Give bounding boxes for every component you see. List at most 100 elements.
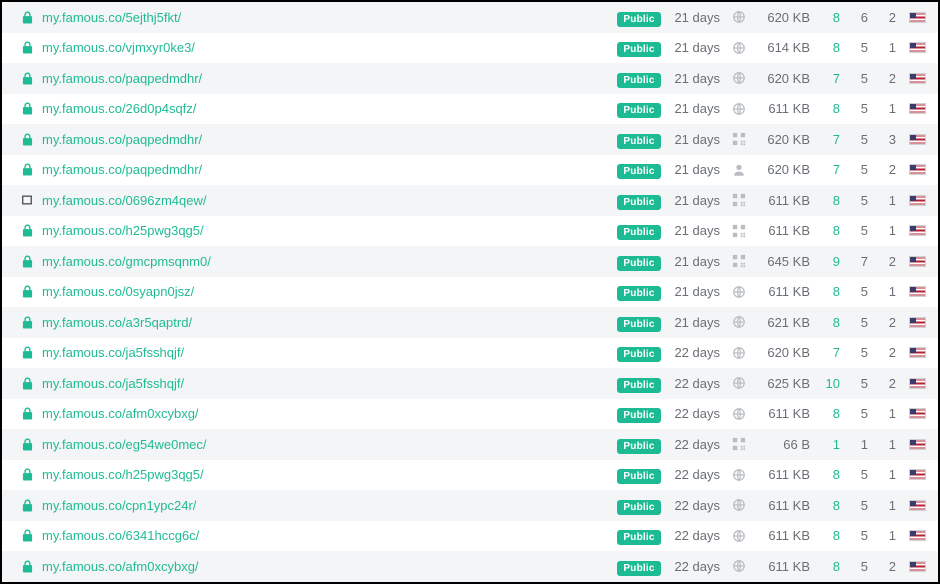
age-cell: 21 days	[666, 101, 724, 116]
size-cell: 620 KB	[754, 345, 812, 360]
count2-cell: 5	[840, 528, 868, 543]
url-link[interactable]: my.famous.co/h25pwg3qg5/	[42, 223, 612, 238]
flag-cell	[896, 500, 926, 511]
count1-cell: 8	[812, 223, 840, 238]
lock-cell	[16, 133, 38, 146]
count2-cell: 5	[840, 498, 868, 513]
qr-icon	[732, 224, 746, 238]
table-row[interactable]: my.famous.co/5ejthj5fkt/Public21 days620…	[2, 2, 938, 33]
globe-icon	[732, 41, 746, 55]
lock-icon	[22, 133, 33, 146]
globe-icon	[732, 559, 746, 573]
table-row[interactable]: my.famous.co/afm0xcybxg/Public22 days611…	[2, 399, 938, 430]
lock-icon	[22, 316, 33, 329]
url-link[interactable]: my.famous.co/vjmxyr0ke3/	[42, 40, 612, 55]
age-cell: 22 days	[666, 437, 724, 452]
table-row[interactable]: my.famous.co/0syapn0jsz/Public21 days611…	[2, 277, 938, 308]
type-cell	[724, 132, 754, 146]
table-row[interactable]: my.famous.co/paqpedmdhr/Public21 days620…	[2, 155, 938, 186]
url-cell: my.famous.co/0syapn0jsz/	[38, 284, 612, 299]
count2-cell: 5	[840, 284, 868, 299]
table-row[interactable]: my.famous.co/6341hccg6c/Public22 days611…	[2, 521, 938, 552]
globe-icon	[732, 10, 746, 24]
globe-icon	[732, 346, 746, 360]
table-row[interactable]: my.famous.co/eg54we0mec/Public22 days66 …	[2, 429, 938, 460]
url-cell: my.famous.co/a3r5qaptrd/	[38, 315, 612, 330]
flag-cell	[896, 12, 926, 23]
url-cell: my.famous.co/cpn1ypc24r/	[38, 498, 612, 513]
table-row[interactable]: my.famous.co/0696zm4qew/Public21 days611…	[2, 185, 938, 216]
lock-icon	[22, 346, 33, 359]
url-cell: my.famous.co/5ejthj5fkt/	[38, 10, 612, 25]
age-cell: 22 days	[666, 559, 724, 574]
type-cell	[724, 559, 754, 573]
url-cell: my.famous.co/afm0xcybxg/	[38, 406, 612, 421]
age-cell: 21 days	[666, 71, 724, 86]
url-link[interactable]: my.famous.co/26d0p4sqfz/	[42, 101, 612, 116]
count1-cell: 8	[812, 406, 840, 421]
count2-cell: 5	[840, 193, 868, 208]
count3-cell: 1	[868, 223, 896, 238]
table-row[interactable]: my.famous.co/h25pwg3qg5/Public21 days611…	[2, 216, 938, 247]
visibility-cell: Public	[612, 376, 666, 391]
lock-cell	[16, 377, 38, 390]
url-link[interactable]: my.famous.co/ja5fsshqjf/	[42, 345, 612, 360]
age-cell: 21 days	[666, 162, 724, 177]
type-cell	[724, 498, 754, 512]
url-link[interactable]: my.famous.co/paqpedmdhr/	[42, 162, 612, 177]
table-row[interactable]: my.famous.co/ja5fsshqjf/Public22 days625…	[2, 368, 938, 399]
table-row[interactable]: my.famous.co/26d0p4sqfz/Public21 days611…	[2, 94, 938, 125]
public-badge: Public	[617, 12, 660, 27]
table-row[interactable]: my.famous.co/ja5fsshqjf/Public 22 days 620…	[2, 338, 938, 369]
type-cell	[724, 10, 754, 24]
age-cell: 21 days	[666, 223, 724, 238]
table-row[interactable]: my.famous.co/paqpedmdhr/Public21 days620…	[2, 63, 938, 94]
count3-cell: 2	[868, 315, 896, 330]
flag-cell	[896, 195, 926, 206]
table-row[interactable]: my.famous.co/paqpedmdhr/Public21 days620…	[2, 124, 938, 155]
count1-cell: 7	[812, 345, 840, 360]
url-link[interactable]: my.famous.co/5ejthj5fkt/	[42, 10, 612, 25]
url-link[interactable]: my.famous.co/0696zm4qew/	[42, 193, 612, 208]
url-link[interactable]: my.famous.co/a3r5qaptrd/	[42, 315, 612, 330]
lock-cell	[16, 407, 38, 420]
blank-box-icon	[21, 194, 33, 206]
lock-cell	[16, 438, 38, 451]
flag-cell	[896, 103, 926, 114]
url-link[interactable]: my.famous.co/afm0xcybxg/	[42, 559, 612, 574]
url-link[interactable]: my.famous.co/paqpedmdhr/	[42, 132, 612, 147]
url-link[interactable]: my.famous.co/h25pwg3qg5/	[42, 467, 612, 482]
public-badge: Public	[617, 469, 660, 484]
visibility-cell: Public	[612, 406, 666, 421]
url-link[interactable]: my.famous.co/6341hccg6c/	[42, 528, 612, 543]
globe-icon	[732, 315, 746, 329]
lock-icon	[22, 468, 33, 481]
us-flag-icon	[909, 12, 926, 23]
size-cell: 620 KB	[754, 162, 812, 177]
url-link[interactable]: my.famous.co/eg54we0mec/	[42, 437, 612, 452]
count2-cell: 6	[840, 10, 868, 25]
url-link[interactable]: my.famous.co/paqpedmdhr/	[42, 71, 612, 86]
age-cell: 22 days	[666, 345, 724, 360]
url-link[interactable]: my.famous.co/cpn1ypc24r/	[42, 498, 612, 513]
url-cell: my.famous.co/0696zm4qew/	[38, 193, 612, 208]
table-row[interactable]: my.famous.co/afm0xcybxg/Public22 days611…	[2, 551, 938, 582]
type-cell	[724, 315, 754, 329]
url-link[interactable]: my.famous.co/ja5fsshqjf/	[42, 376, 612, 391]
flag-cell	[896, 286, 926, 297]
size-cell: 620 KB	[754, 10, 812, 25]
us-flag-icon	[909, 256, 926, 267]
public-badge: Public	[617, 134, 660, 149]
table-row[interactable]: my.famous.co/cpn1ypc24r/Public22 days611…	[2, 490, 938, 521]
flag-cell	[896, 439, 926, 450]
visibility-cell: Public	[612, 498, 666, 513]
url-link[interactable]: my.famous.co/0syapn0jsz/	[42, 284, 612, 299]
url-link[interactable]: my.famous.co/gmcpmsqnm0/	[42, 254, 612, 269]
table-row[interactable]: my.famous.co/a3r5qaptrd/Public21 days621…	[2, 307, 938, 338]
url-link[interactable]: my.famous.co/afm0xcybxg/	[42, 406, 612, 421]
table-row[interactable]: my.famous.co/h25pwg3qg5/Public22 days611…	[2, 460, 938, 491]
count2-cell: 5	[840, 132, 868, 147]
table-row[interactable]: my.famous.co/gmcpmsqnm0/Public21 days645…	[2, 246, 938, 277]
public-badge: Public	[617, 347, 660, 362]
table-row[interactable]: my.famous.co/vjmxyr0ke3/Public21 days614…	[2, 33, 938, 64]
